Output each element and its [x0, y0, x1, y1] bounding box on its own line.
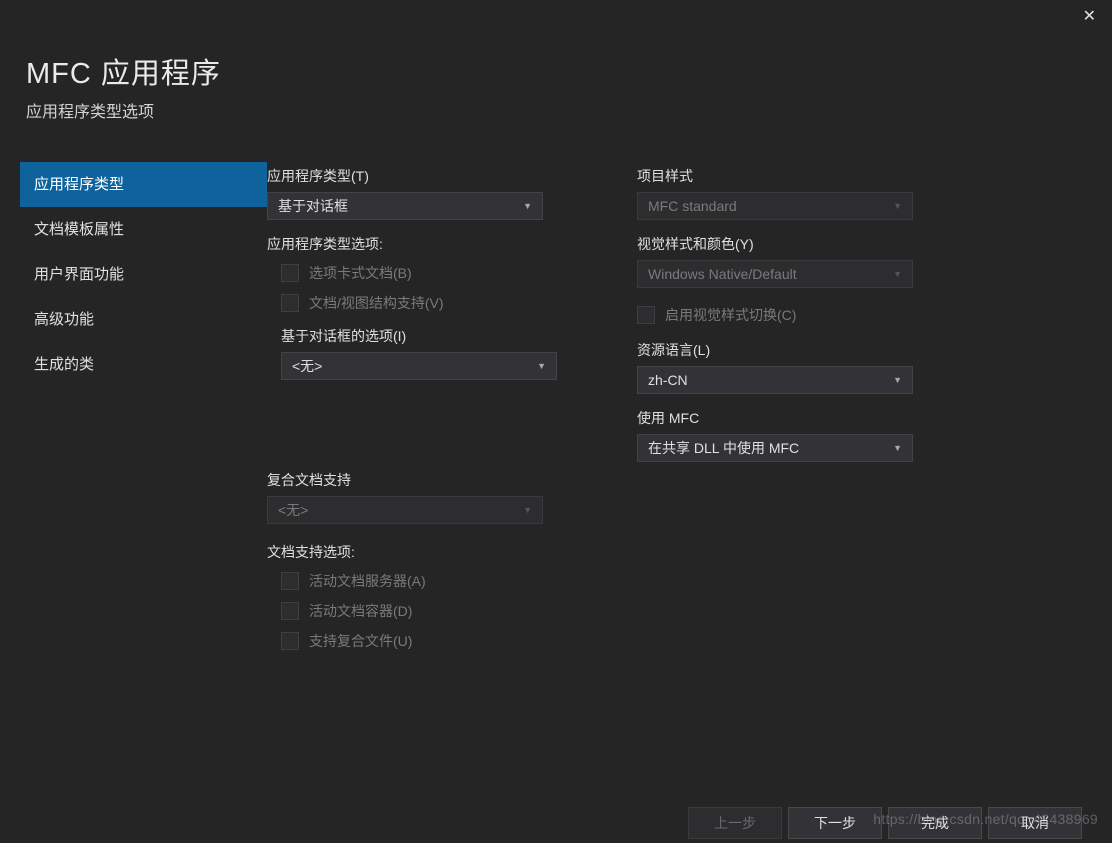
app-type-select[interactable]: 基于对话框 ▼	[267, 192, 543, 220]
resource-lang-value: zh-CN	[648, 367, 688, 393]
dialog-options-value: <无>	[292, 353, 322, 379]
checkbox-icon	[281, 264, 299, 282]
cancel-button[interactable]: 取消	[988, 807, 1082, 839]
app-type-label: 应用程序类型(T)	[267, 166, 597, 186]
sidebar-item-doc-template[interactable]: 文档模板属性	[20, 207, 267, 252]
chevron-down-icon: ▼	[893, 367, 902, 393]
chevron-down-icon: ▼	[537, 353, 546, 379]
project-style-select: MFC standard ▼	[637, 192, 913, 220]
checkbox-tabbed-docs-label: 选项卡式文档(B)	[309, 263, 412, 283]
prev-button: 上一步	[688, 807, 782, 839]
checkbox-icon	[637, 306, 655, 324]
doc-support-options-label: 文档支持选项:	[267, 542, 597, 562]
resource-lang-label: 资源语言(L)	[637, 340, 967, 360]
project-style-label: 项目样式	[637, 166, 967, 186]
checkbox-icon	[281, 632, 299, 650]
sidebar-item-generated-classes[interactable]: 生成的类	[20, 342, 267, 387]
checkbox-tabbed-docs: 选项卡式文档(B)	[281, 260, 597, 286]
chevron-down-icon: ▼	[523, 497, 532, 523]
checkbox-icon	[281, 602, 299, 620]
column-left: 应用程序类型(T) 基于对话框 ▼ 应用程序类型选项: 选项卡式文档(B) 文档…	[267, 166, 597, 658]
checkbox-icon	[281, 294, 299, 312]
use-mfc-label: 使用 MFC	[637, 408, 967, 428]
column-right: 项目样式 MFC standard ▼ 视觉样式和颜色(Y) Windows N…	[637, 166, 967, 658]
app-type-options-label: 应用程序类型选项:	[267, 234, 597, 254]
next-button[interactable]: 下一步	[788, 807, 882, 839]
visual-style-label: 视觉样式和颜色(Y)	[637, 234, 967, 254]
sidebar-item-advanced[interactable]: 高级功能	[20, 297, 267, 342]
chevron-down-icon: ▼	[523, 193, 532, 219]
page-subtitle: 应用程序类型选项	[26, 98, 1112, 122]
chevron-down-icon: ▼	[893, 435, 902, 461]
chevron-down-icon: ▼	[893, 261, 902, 287]
chevron-down-icon: ▼	[893, 193, 902, 219]
checkbox-compound-files-label: 支持复合文件(U)	[309, 631, 412, 651]
use-mfc-select[interactable]: 在共享 DLL 中使用 MFC ▼	[637, 434, 913, 462]
compound-doc-label: 复合文档支持	[267, 470, 597, 490]
close-icon[interactable]: ✕	[1083, 6, 1096, 26]
resource-lang-select[interactable]: zh-CN ▼	[637, 366, 913, 394]
checkbox-doc-view-label: 文档/视图结构支持(V)	[309, 293, 444, 313]
page-title: MFC 应用程序	[26, 50, 1112, 92]
checkbox-visual-switch: 启用视觉样式切换(C)	[637, 302, 967, 328]
checkbox-doc-view: 文档/视图结构支持(V)	[281, 290, 597, 316]
app-type-value: 基于对话框	[278, 193, 348, 219]
use-mfc-value: 在共享 DLL 中使用 MFC	[648, 435, 799, 461]
visual-style-select: Windows Native/Default ▼	[637, 260, 913, 288]
sidebar-item-app-type[interactable]: 应用程序类型	[20, 162, 267, 207]
checkbox-active-server: 活动文档服务器(A)	[281, 568, 597, 594]
checkbox-icon	[281, 572, 299, 590]
checkbox-active-container: 活动文档容器(D)	[281, 598, 597, 624]
wizard-footer: 上一步 下一步 完成 取消	[0, 799, 1112, 843]
checkbox-active-server-label: 活动文档服务器(A)	[309, 571, 426, 591]
checkbox-visual-switch-label: 启用视觉样式切换(C)	[665, 305, 796, 325]
checkbox-compound-files: 支持复合文件(U)	[281, 628, 597, 654]
finish-button[interactable]: 完成	[888, 807, 982, 839]
wizard-header: MFC 应用程序 应用程序类型选项	[0, 0, 1112, 122]
dialog-options-label: 基于对话框的选项(I)	[281, 326, 597, 346]
wizard-sidebar: 应用程序类型 文档模板属性 用户界面功能 高级功能 生成的类	[0, 162, 267, 658]
checkbox-active-container-label: 活动文档容器(D)	[309, 601, 412, 621]
visual-style-value: Windows Native/Default	[648, 261, 797, 287]
dialog-options-select[interactable]: <无> ▼	[281, 352, 557, 380]
compound-doc-select: <无> ▼	[267, 496, 543, 524]
project-style-value: MFC standard	[648, 193, 737, 219]
sidebar-item-ui-features[interactable]: 用户界面功能	[20, 252, 267, 297]
compound-doc-value: <无>	[278, 497, 308, 523]
